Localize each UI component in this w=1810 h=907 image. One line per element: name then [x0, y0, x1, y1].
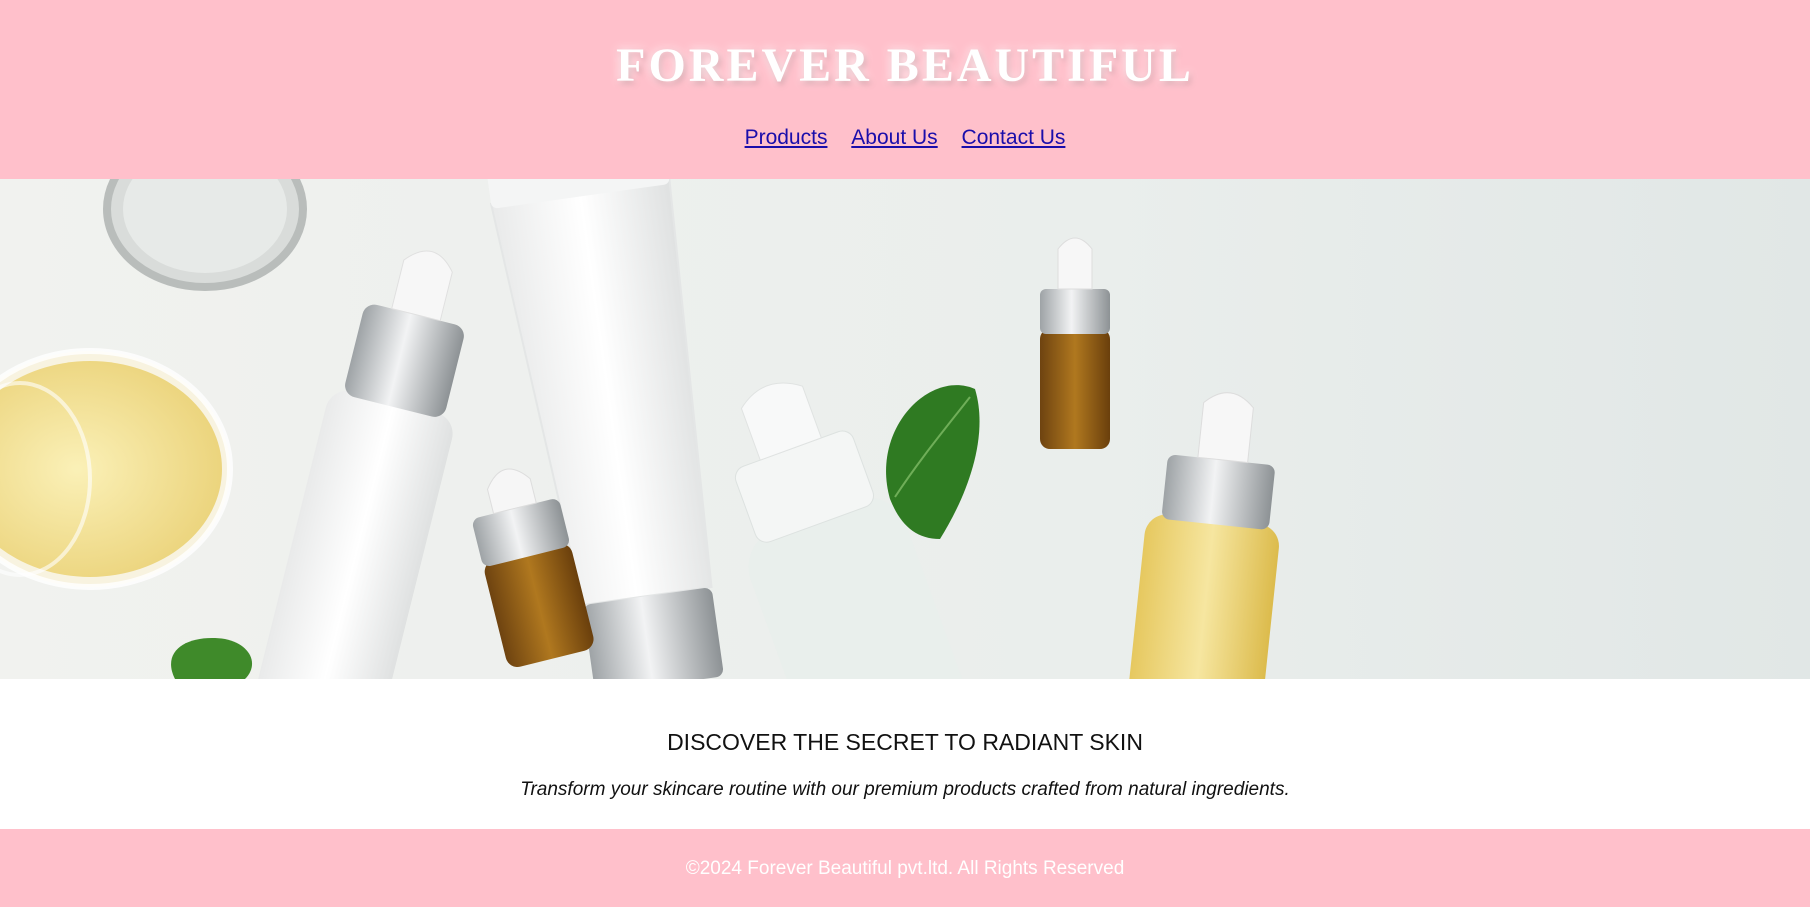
brand-title: FOREVER BEAUTIFUL — [616, 39, 1194, 92]
nav-link-about-us[interactable]: About Us — [851, 126, 937, 149]
hero-banner — [0, 179, 1810, 679]
intro-section: DISCOVER THE SECRET TO RADIANT SKIN Tran… — [0, 679, 1810, 829]
copyright-text: ©2024 Forever Beautiful pvt.ltd. All Rig… — [685, 858, 1125, 879]
nav-link-contact-us[interactable]: Contact Us — [962, 126, 1066, 149]
main-nav: Products About Us Contact Us — [0, 126, 1810, 150]
tagline-heading: DISCOVER THE SECRET TO RADIANT SKIN — [667, 729, 1143, 755]
hero-image — [0, 179, 1810, 679]
site-footer: ©2024 Forever Beautiful pvt.ltd. All Rig… — [0, 829, 1810, 907]
intro-text: Transform your skincare routine with our… — [520, 779, 1290, 800]
site-header: FOREVER BEAUTIFUL Products About Us Cont… — [0, 0, 1810, 179]
nav-link-products[interactable]: Products — [745, 126, 828, 149]
